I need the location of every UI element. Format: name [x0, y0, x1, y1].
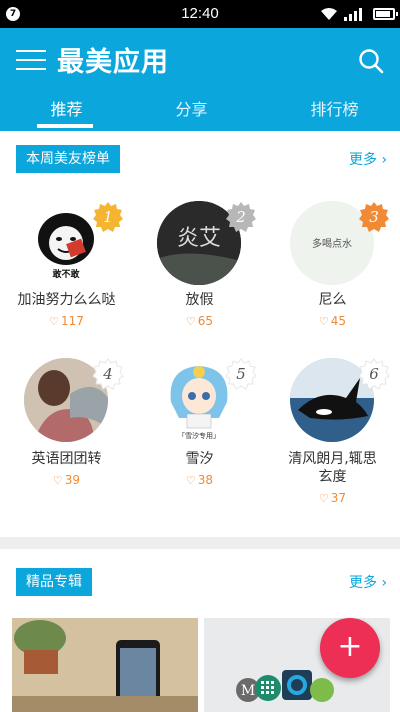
friend-item[interactable]: 炎艾 2 放假 ♡ 65: [133, 201, 266, 331]
rank-badge: 3: [358, 201, 390, 233]
wifi-icon: [321, 8, 337, 20]
like-count: 117: [60, 314, 84, 328]
album-thumbnail[interactable]: [12, 618, 198, 712]
tab-share[interactable]: 分享: [125, 96, 258, 120]
featured-more-link[interactable]: 更多 ›: [349, 572, 387, 592]
heart-icon: ♡: [52, 474, 63, 487]
friend-name: 英语团团转: [31, 451, 102, 467]
heart-icon: ♡: [49, 315, 59, 328]
avatar-caption: 多喝点水: [312, 237, 352, 250]
status-bar: 7 12:40: [0, 0, 400, 28]
heart-icon: ♡: [318, 492, 329, 505]
friend-item[interactable]: 6 清风朗月,辄思 玄度 ♡ 37: [266, 358, 399, 518]
like-count: 65: [197, 314, 214, 328]
heart-icon: ♡: [185, 315, 196, 328]
tab-bar: 推荐 分享 排行榜: [0, 86, 400, 131]
add-fab-button[interactable]: +: [320, 618, 380, 678]
more-link-label: 更多: [349, 152, 377, 168]
like-count: 38: [197, 473, 214, 487]
like-count: 45: [330, 314, 347, 328]
heart-icon: ♡: [185, 474, 196, 487]
friend-name: 放假: [185, 292, 214, 308]
rank-number: 5: [236, 365, 246, 383]
weekly-ranking-tag: 本周美友榜单: [16, 145, 120, 173]
signal-icon: [344, 8, 362, 21]
heart-icon: ♡: [318, 315, 329, 328]
rank-number: 4: [103, 365, 113, 383]
friend-likes: ♡ 39: [0, 473, 133, 487]
rank-badge: 6: [358, 358, 390, 390]
plus-icon: +: [337, 629, 363, 664]
search-icon[interactable]: [358, 48, 384, 74]
friend-likes: ♡ 38: [133, 473, 266, 487]
weekly-more-link[interactable]: 更多 ›: [349, 149, 387, 169]
rank-badge: 4: [92, 358, 124, 390]
like-count: 37: [330, 491, 347, 505]
more-link-label: 更多: [349, 575, 377, 591]
status-time: 12:40: [181, 5, 219, 22]
app-bar: 最美应用 推荐 分享 排行榜: [0, 28, 400, 131]
friend-item[interactable]: 多喝点水 3 尼么 ♡ 45: [266, 201, 399, 331]
rank-number: 6: [369, 365, 379, 383]
thumbnail-letter: M: [241, 683, 255, 699]
friend-name: 雪汐: [185, 451, 214, 467]
avatar-caption: 炎艾: [177, 226, 221, 251]
friend-name: 加油努力么么哒: [17, 292, 116, 308]
friend-name: 尼么: [318, 292, 347, 308]
rank-badge: 1: [92, 201, 124, 233]
friend-item[interactable]: 敢不敢 1 加油努力么么哒 ♡ 117: [0, 201, 133, 331]
friend-item[interactable]: 4 英语团团转 ♡ 39: [0, 358, 133, 508]
app-title: 最美应用: [57, 47, 169, 78]
rank-badge: 2: [225, 201, 257, 233]
avatar-caption: 敢不敢: [52, 268, 80, 280]
friend-likes: ♡ 65: [133, 314, 266, 328]
tab-ranking[interactable]: 排行榜: [268, 96, 400, 120]
avatar-caption: 「雪汐专用」: [178, 431, 220, 440]
battery-icon: [373, 8, 398, 20]
rank-number: 3: [369, 208, 379, 226]
friend-likes: ♡ 37: [266, 491, 399, 505]
weekly-ranking-card: 本周美友榜单 更多 › 敢不敢 1 加油努力么么哒 ♡ 117 炎艾 2 放假 …: [0, 131, 400, 537]
tab-recommend[interactable]: 推荐: [0, 96, 133, 120]
rank-badge: 5: [225, 358, 257, 390]
menu-icon[interactable]: [16, 48, 46, 72]
chevron-right-icon: ›: [377, 575, 388, 591]
friend-name: 清风朗月,辄思 玄度: [288, 451, 377, 485]
rank-number: 1: [103, 208, 113, 226]
friend-item[interactable]: 「雪汐专用」 5 雪汐 ♡ 38: [133, 358, 266, 508]
friend-likes: ♡ 45: [266, 314, 399, 328]
friend-likes: ♡ 117: [0, 314, 133, 328]
featured-albums-tag: 精品专辑: [16, 568, 92, 596]
like-count: 39: [64, 473, 81, 487]
rank-number: 2: [236, 208, 246, 226]
chevron-right-icon: ›: [377, 152, 388, 168]
tab-indicator: [37, 124, 93, 128]
